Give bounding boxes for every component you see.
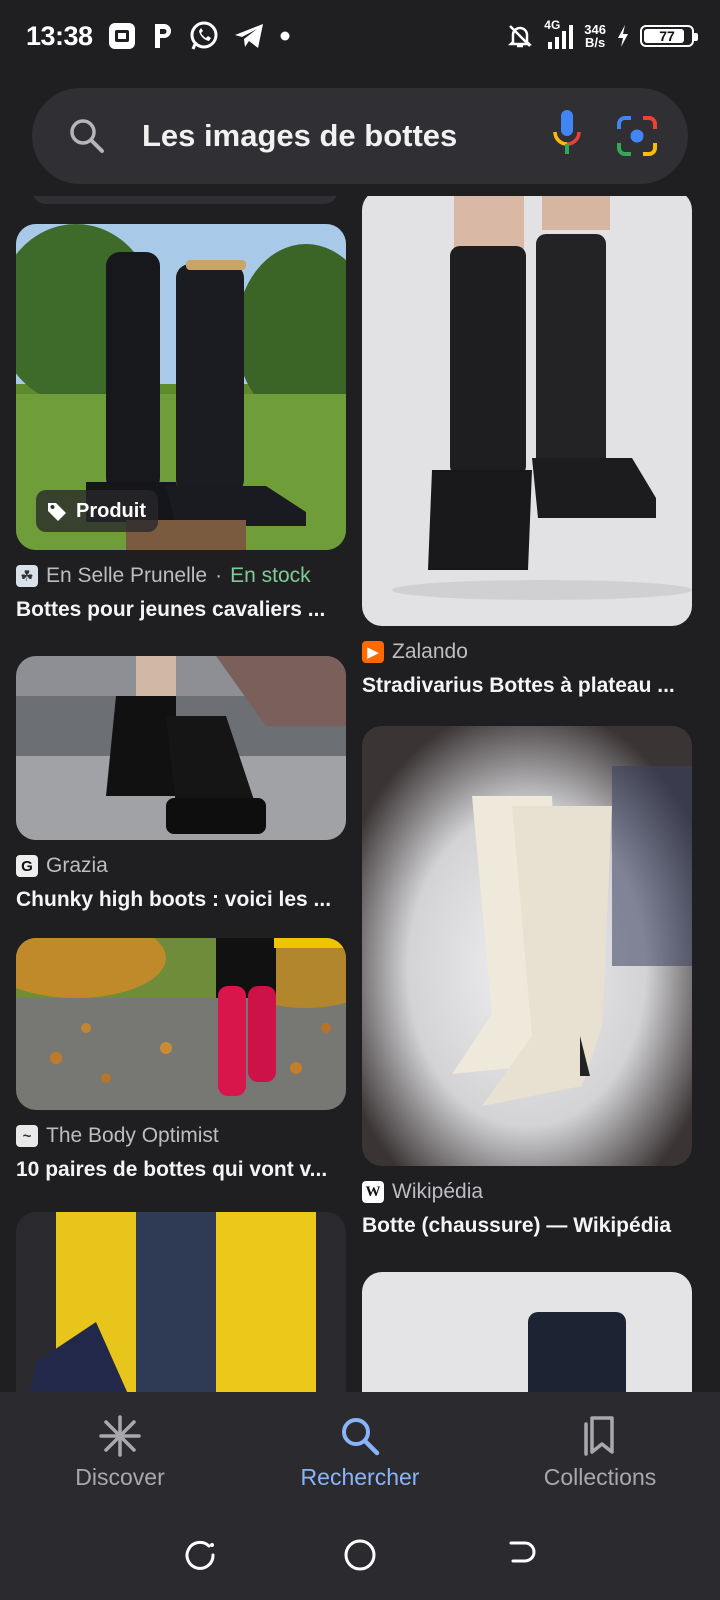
result-title[interactable]: Botte (chaussure) — Wikipédia xyxy=(362,1214,692,1238)
nav-item-label: Collections xyxy=(543,1464,657,1490)
search-icon[interactable] xyxy=(68,117,106,155)
result-title[interactable]: Bottes pour jeunes cavaliers ... xyxy=(16,598,346,622)
result-title[interactable]: Chunky high boots : voici les ... xyxy=(16,888,346,912)
availability-label: En stock xyxy=(230,564,311,587)
result-image[interactable] xyxy=(362,726,692,1166)
recent-apps-button[interactable] xyxy=(170,1525,230,1585)
back-button[interactable] xyxy=(490,1525,550,1585)
source-name: Grazia xyxy=(46,854,108,877)
search-query[interactable]: Les images de bottes xyxy=(142,118,518,154)
result-source[interactable]: W Wikipédia xyxy=(362,1180,692,1204)
source-favicon: ~ xyxy=(16,1125,38,1147)
result-card[interactable]: G Grazia Chunky high boots : voici les .… xyxy=(16,656,346,912)
result-title[interactable]: Stradivarius Bottes à plateau ... xyxy=(362,674,692,698)
result-title[interactable]: 10 paires de bottes qui vont v... xyxy=(16,1158,346,1182)
source-name: En Selle Prunelle xyxy=(46,564,208,587)
result-card[interactable]: ~ The Body Optimist 10 paires de bottes … xyxy=(16,938,346,1182)
result-source[interactable]: G Grazia xyxy=(16,854,346,878)
whatsapp-notification-icon xyxy=(189,21,219,51)
microphone-icon[interactable] xyxy=(552,108,582,164)
result-image[interactable] xyxy=(362,1272,692,1392)
result-source[interactable]: ▶ Zalando xyxy=(362,640,692,664)
nav-item-label: Discover xyxy=(75,1464,165,1490)
nav-item-label: Rechercher xyxy=(300,1464,420,1490)
previous-content-edge xyxy=(32,196,338,204)
status-left: 13:38 xyxy=(26,21,291,52)
home-icon xyxy=(344,1539,376,1571)
collections-icon xyxy=(584,1416,614,1456)
charging-icon xyxy=(616,24,630,48)
result-image[interactable]: Produit xyxy=(16,224,346,550)
result-source[interactable]: ~ The Body Optimist xyxy=(16,1124,346,1148)
system-navigation-bar xyxy=(0,1510,720,1600)
more-notifications-dot-icon xyxy=(279,30,291,42)
asterisk-icon xyxy=(99,1415,141,1457)
source-separator: · xyxy=(215,564,223,587)
network-type: 4G xyxy=(544,18,561,32)
status-time: 13:38 xyxy=(26,20,93,51)
network-speed: 346 B/s xyxy=(584,23,606,49)
messenger-notification-icon xyxy=(107,21,137,51)
parking-notification-icon xyxy=(151,22,175,50)
nav-item-rechercher[interactable]: Rechercher xyxy=(260,1414,460,1491)
result-image[interactable] xyxy=(16,938,346,1110)
recents-icon xyxy=(185,1540,215,1570)
bottom-navigation: Discover Rechercher Collections xyxy=(0,1392,720,1510)
source-name: Zalando xyxy=(392,640,468,663)
google-lens-icon[interactable] xyxy=(616,115,658,157)
result-image[interactable] xyxy=(362,196,692,626)
nav-item-discover[interactable]: Discover xyxy=(20,1414,220,1491)
result-source[interactable]: ☘ En Selle Prunelle · En stock xyxy=(16,564,346,588)
result-card[interactable] xyxy=(16,1212,346,1392)
search-bar[interactable]: Les images de bottes xyxy=(32,88,688,184)
source-favicon: G xyxy=(16,855,38,877)
product-badge-label: Produit xyxy=(76,499,146,522)
silent-mode-icon xyxy=(506,22,534,50)
source-favicon: W xyxy=(362,1181,384,1203)
source-name: The Body Optimist xyxy=(46,1124,219,1147)
result-card[interactable]: Produit ☘ En Selle Prunelle · En stock B… xyxy=(16,224,346,622)
result-card[interactable] xyxy=(362,1272,692,1392)
battery-level: 77 xyxy=(659,28,675,44)
home-button[interactable] xyxy=(330,1525,390,1585)
result-image[interactable] xyxy=(16,656,346,840)
nav-item-collections[interactable]: Collections xyxy=(500,1414,700,1491)
result-image[interactable] xyxy=(16,1212,346,1392)
tag-icon xyxy=(48,503,66,521)
source-favicon: ☘ xyxy=(16,565,38,587)
result-card[interactable]: ▶ Zalando Stradivarius Bottes à plateau … xyxy=(362,196,692,698)
back-icon xyxy=(509,1541,536,1563)
status-right: 4G 346 B/s 77 xyxy=(506,18,698,50)
battery-indicator: 77 xyxy=(640,25,698,47)
screen: 13:38 4G 346 B/s 77 Les images de bottes… xyxy=(0,0,720,1600)
signal-icon: 4G xyxy=(544,18,574,50)
status-bar: 13:38 4G 346 B/s 77 xyxy=(0,0,720,72)
result-card[interactable]: W Wikipédia Botte (chaussure) — Wikipédi… xyxy=(362,726,692,1238)
product-badge: Produit xyxy=(36,490,158,532)
source-name: Wikipédia xyxy=(392,1180,484,1203)
source-favicon: ▶ xyxy=(362,641,384,663)
telegram-notification-icon xyxy=(233,22,265,50)
image-results-grid: Produit ☘ En Selle Prunelle · En stock B… xyxy=(0,196,720,1392)
network-speed-unit: B/s xyxy=(585,35,606,50)
search-icon xyxy=(342,1418,380,1456)
